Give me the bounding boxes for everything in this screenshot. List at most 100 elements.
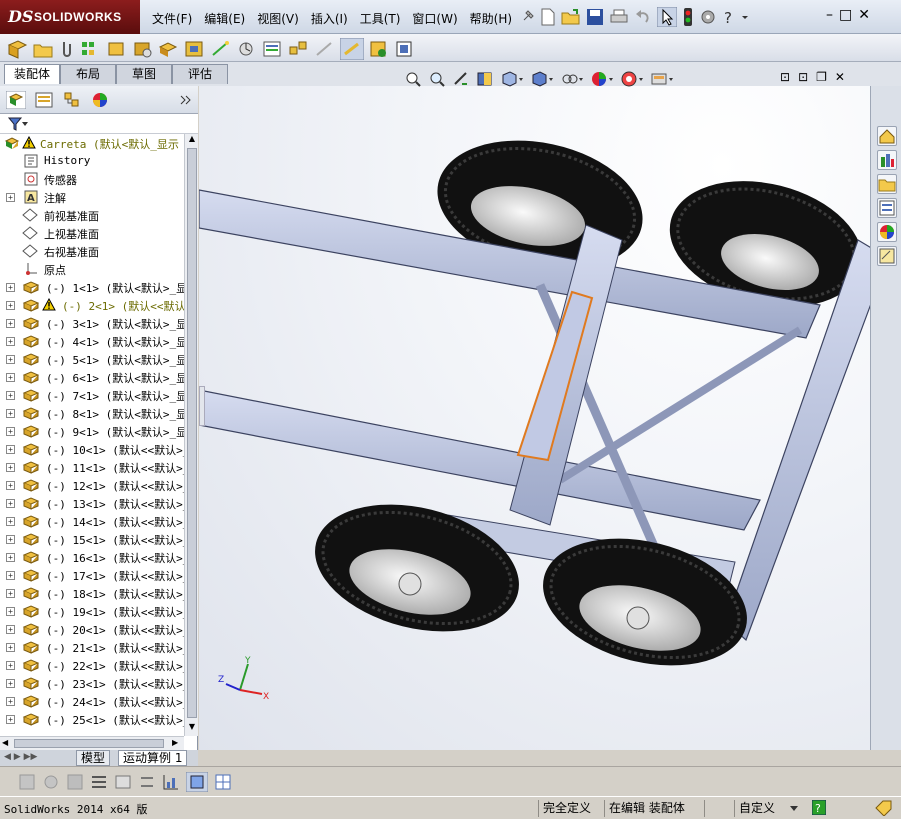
tree-item-part[interactable]: + (-) 25<1> (默认<<默认>_ — [0, 710, 184, 728]
tree-vertical-scrollbar[interactable]: ▲ ▼ — [184, 134, 198, 736]
split-view-2-icon[interactable]: ⊡ — [798, 70, 808, 84]
menu-file[interactable]: 文件(F) — [146, 10, 198, 27]
tree-item-part[interactable]: + (-) 3<1> (默认<默认>_显 — [0, 314, 184, 332]
display-style-icon[interactable] — [530, 70, 554, 88]
maximize-icon[interactable]: □ — [839, 7, 852, 23]
display-manager-tab-icon[interactable] — [90, 91, 110, 109]
design-library-icon[interactable] — [877, 150, 897, 170]
zoom-to-fit-icon[interactable] — [404, 70, 422, 88]
tree-item-part[interactable]: + (-) 5<1> (默认<默认>_显 — [0, 350, 184, 368]
tree-item-part[interactable]: + (-) 16<1> (默认<<默认>_ — [0, 548, 184, 566]
exploded-view-icon[interactable] — [288, 39, 310, 59]
expand-toggle[interactable]: + — [6, 463, 15, 472]
close-icon[interactable]: ✕ — [858, 7, 870, 23]
tree-item-annotations[interactable]: + A 注解 — [0, 188, 184, 206]
expand-toggle[interactable]: + — [6, 355, 15, 364]
expand-panel-chevron-icon[interactable] — [180, 94, 192, 106]
toggle-icon-2[interactable] — [42, 773, 60, 791]
help-icon[interactable]: ? — [722, 8, 736, 26]
menu-insert[interactable]: 插入(I) — [305, 10, 354, 27]
solidworks-resources-icon[interactable] — [877, 126, 897, 146]
list-view-icon[interactable] — [90, 773, 108, 791]
expand-toggle[interactable]: + — [6, 445, 15, 454]
graphics-viewport[interactable]: Y X Z — [198, 86, 889, 750]
tree-item-part[interactable]: + (-) 6<1> (默认<默认>_显 — [0, 368, 184, 386]
tree-item-top-plane[interactable]: 上视基准面 — [0, 224, 184, 242]
property-manager-tab-icon[interactable] — [34, 91, 54, 109]
show-hidden-icon[interactable] — [158, 39, 180, 59]
feature-manager-tab-icon[interactable] — [6, 91, 26, 109]
tree-item-part[interactable]: + (-) 7<1> (默认<默认>_显 — [0, 386, 184, 404]
expand-toggle[interactable]: + — [6, 661, 15, 670]
mate-paperclip-icon[interactable] — [58, 39, 76, 59]
expand-toggle[interactable]: + — [6, 715, 15, 724]
scroll-up-icon[interactable]: ▲ — [187, 134, 197, 146]
chart-icon[interactable] — [162, 773, 180, 791]
custom-properties-icon[interactable] — [877, 246, 897, 266]
split-view-icon[interactable]: ⊡ — [780, 70, 790, 84]
scroll-thumb[interactable] — [14, 739, 164, 748]
apply-scene-icon[interactable] — [620, 70, 644, 88]
tree-item-part[interactable]: + (-) 15<1> (默认<<默认>_ — [0, 530, 184, 548]
linear-pattern-icon[interactable] — [80, 39, 102, 59]
edit-appearance-icon[interactable] — [590, 70, 614, 88]
tree-item-part[interactable]: + (-) 13<1> (默认<<默认>_ — [0, 494, 184, 512]
select-cursor-icon[interactable] — [657, 7, 677, 27]
tree-item-part[interactable]: + (-) 4<1> (默认<默认>_显 — [0, 332, 184, 350]
expand-toggle[interactable]: + — [6, 283, 15, 292]
tree-item-part[interactable]: + (-) 11<1> (默认<<默认>_ — [0, 458, 184, 476]
filter-dropdown-icon[interactable] — [22, 122, 28, 126]
bill-of-materials-icon[interactable] — [262, 39, 284, 59]
tree-item-part[interactable]: + (-) 24<1> (默认<<默认>_ — [0, 692, 184, 710]
pin-icon[interactable] — [520, 8, 536, 27]
view-orientation-icon[interactable] — [500, 70, 524, 88]
tab-layout[interactable]: 布局 — [60, 64, 116, 84]
expand-toggle[interactable]: + — [6, 589, 15, 598]
expand-toggle[interactable]: + — [6, 409, 15, 418]
expand-toggle[interactable]: + — [6, 481, 15, 490]
tree-item-sensors[interactable]: 传感器 — [0, 170, 184, 188]
menu-view[interactable]: 视图(V) — [251, 10, 305, 27]
expand-toggle[interactable]: + — [6, 571, 15, 580]
tab-model[interactable]: 模型 — [76, 750, 111, 766]
tree-item-part[interactable]: + (-) 9<1> (默认<默认>_显 — [0, 422, 184, 440]
tree-item-part[interactable]: + (-) 21<1> (默认<<默认>_ — [0, 638, 184, 656]
move-component-icon[interactable] — [132, 39, 154, 59]
toggle-icon-1[interactable] — [18, 773, 36, 791]
expand-toggle[interactable]: + — [6, 319, 15, 328]
update-speedpak-icon[interactable] — [368, 39, 390, 59]
instant3d-icon[interactable] — [340, 38, 364, 60]
edit-component-icon[interactable] — [6, 39, 28, 59]
scroll-left-icon[interactable]: ◀ — [2, 738, 8, 747]
file-explorer-icon[interactable] — [877, 174, 897, 194]
close-view-icon[interactable]: ✕ — [835, 70, 845, 84]
reference-geometry-icon[interactable] — [210, 39, 232, 59]
expand-toggle[interactable]: + — [6, 391, 15, 400]
expand-toggle[interactable]: + — [6, 301, 15, 310]
trailer-assembly-model[interactable]: Y X Z — [198, 86, 889, 750]
expand-toggle[interactable]: + — [6, 373, 15, 382]
tree-item-history[interactable]: History — [0, 152, 184, 170]
tree-item-part[interactable]: + (-) 10<1> (默认<<默认>_ — [0, 440, 184, 458]
tree-item-part[interactable]: + (-) 20<1> (默认<<默认>_ — [0, 620, 184, 638]
expand-toggle[interactable]: + — [6, 193, 15, 202]
scroll-thumb[interactable] — [187, 148, 197, 718]
rebuild-traffic-light-icon[interactable] — [682, 8, 694, 26]
tile-view-icon[interactable] — [214, 773, 232, 791]
expand-toggle[interactable]: + — [6, 535, 15, 544]
tree-item-right-plane[interactable]: 右视基准面 — [0, 242, 184, 260]
insert-component-icon[interactable] — [32, 39, 54, 59]
expand-toggle[interactable]: + — [6, 499, 15, 508]
appearances-scenes-icon[interactable] — [877, 222, 897, 242]
help-status-icon[interactable]: ? — [812, 800, 826, 815]
tree-item-part[interactable]: + (-) 12<1> (默认<<默认>_ — [0, 476, 184, 494]
restore-view-icon[interactable]: ❐ — [816, 70, 827, 84]
3d-view-toggle-icon[interactable] — [186, 772, 208, 792]
tab-motion-study[interactable]: 运动算例 1 — [118, 750, 188, 766]
open-folder-icon[interactable] — [561, 8, 581, 26]
tree-item-part[interactable]: + (-) 23<1> (默认<<默认>_ — [0, 674, 184, 692]
tree-root-assembly[interactable]: Carreta (默认<默认_显示 — [0, 134, 184, 152]
tab-assembly[interactable]: 装配体 — [4, 64, 60, 84]
assembly-features-icon[interactable] — [184, 39, 206, 59]
hide-show-items-icon[interactable] — [560, 70, 584, 88]
